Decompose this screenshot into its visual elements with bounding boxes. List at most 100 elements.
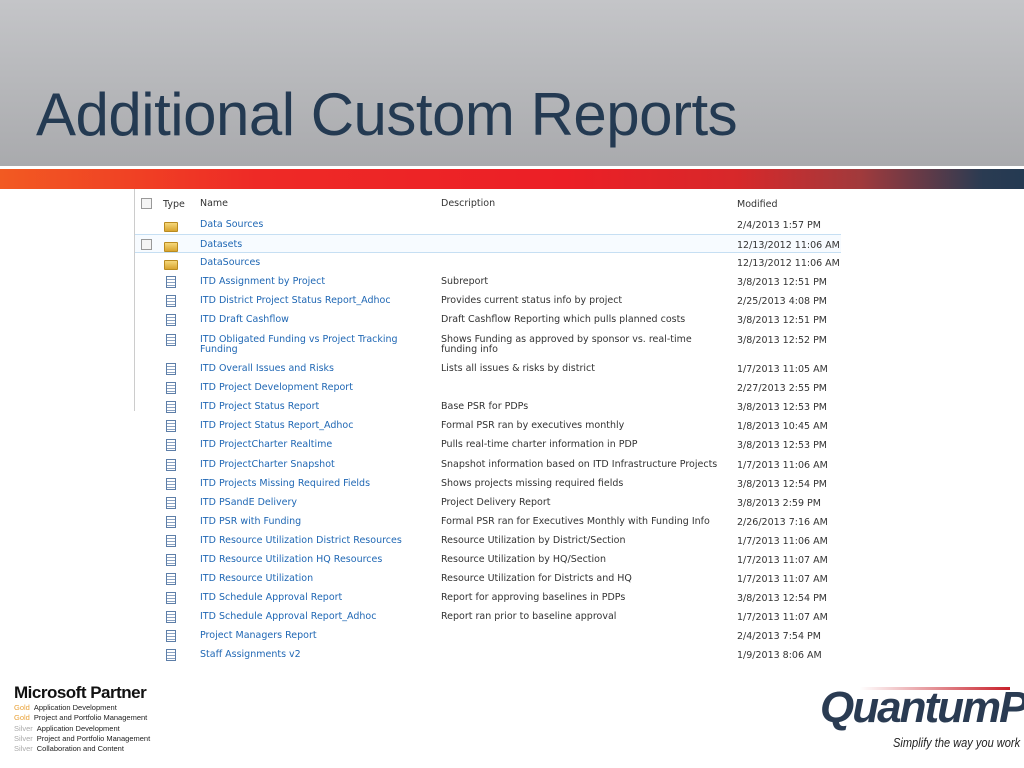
table-row[interactable]: DataSources 12/13/2012 11:06 AM	[135, 253, 841, 272]
item-description: Resource Utilization by HQ/Section	[441, 554, 606, 565]
logo-swoosh	[860, 687, 1010, 690]
table-row[interactable]: Staff Assignments v2 1/9/2013 8:06 AM	[135, 645, 841, 664]
item-description: Draft Cashflow Reporting which pulls pla…	[441, 314, 686, 326]
table-row[interactable]: ITD Obligated Funding vs Project Trackin…	[135, 330, 841, 360]
item-name-link[interactable]: Datasets	[200, 240, 420, 251]
column-name[interactable]: Name	[200, 198, 420, 210]
report-icon	[166, 420, 176, 433]
competency-level: Silver	[14, 744, 33, 754]
table-row[interactable]: ITD Resource Utilization Resource Utiliza…	[135, 569, 841, 588]
item-name-link[interactable]: DataSources	[200, 258, 420, 269]
item-description: Report for approving baselines in PDPs	[441, 592, 626, 604]
item-description: Lists all issues & risks by district	[441, 363, 595, 375]
item-description: Shows projects missing required fields	[441, 477, 624, 489]
item-name-link[interactable]: Staff Assignments v2	[200, 650, 420, 661]
item-name-link[interactable]: ITD Projects Missing Required Fields	[200, 478, 420, 490]
folder-icon	[164, 242, 178, 253]
item-description: Project Delivery Report	[441, 496, 551, 508]
table-row[interactable]: ITD Project Development Report 2/27/2013 …	[135, 378, 841, 397]
item-description: Snapshot information based on ITD Infras…	[441, 458, 718, 470]
item-name-link[interactable]: ITD ProjectCharter Realtime	[200, 440, 420, 451]
item-modified: 12/13/2012 11:06 AM	[737, 258, 840, 270]
select-all-checkbox[interactable]	[141, 198, 152, 209]
item-name-link[interactable]: ITD District Project Status Report_Adhoc	[200, 296, 420, 307]
microsoft-partner-logo: Microsoft Partner Gold Application Develo…	[14, 683, 150, 754]
report-icon	[166, 363, 176, 376]
item-description: Shows Funding as approved by sponsor vs.…	[441, 333, 692, 356]
item-modified: 2/4/2013 1:57 PM	[737, 220, 821, 231]
partner-competency: Silver Project and Portfolio Management	[14, 734, 150, 744]
item-name-link[interactable]: ITD Schedule Approval Report	[200, 593, 420, 604]
item-description: Base PSR for PDPs	[441, 401, 529, 413]
item-name-link[interactable]: ITD ProjectCharter Snapshot	[200, 459, 420, 471]
table-row[interactable]: ITD PSandE Delivery Project Delivery Repo…	[135, 493, 841, 512]
table-header: Type Name Description Modified	[135, 194, 841, 215]
item-name-link[interactable]: ITD PSandE Delivery	[200, 497, 420, 509]
competency-level: Gold	[14, 713, 30, 723]
table-row[interactable]: ITD Draft Cashflow Draft Cashflow Reporti…	[135, 310, 841, 329]
item-name-link[interactable]: ITD Assignment by Project	[200, 277, 420, 288]
item-name-link[interactable]: ITD Overall Issues and Risks	[200, 364, 420, 375]
item-modified: 3/8/2013 2:59 PM	[737, 497, 821, 509]
item-description: Subreport	[441, 276, 489, 288]
column-type[interactable]: Type	[163, 199, 185, 210]
item-modified: 1/7/2013 11:06 AM	[737, 459, 828, 471]
item-name-link[interactable]: ITD Project Status Report_Adhoc	[200, 421, 420, 432]
column-description[interactable]: Description	[441, 198, 726, 210]
item-name-link[interactable]: ITD Obligated Funding vs Project Trackin…	[200, 334, 420, 356]
quantumpm-logo: QuantumPM Simplify the way you work	[820, 683, 1024, 750]
item-modified: 2/26/2013 7:16 AM	[737, 516, 828, 528]
table-row[interactable]: ITD Project Status Report_Adhoc Formal PS…	[135, 416, 841, 435]
item-name-link[interactable]: ITD Resource Utilization	[200, 574, 420, 585]
column-modified[interactable]: Modified	[737, 199, 778, 210]
row-checkbox[interactable]	[141, 239, 152, 251]
report-icon	[166, 611, 176, 624]
report-icon	[166, 515, 176, 528]
slide-title: Additional Custom Reports	[36, 81, 738, 148]
report-icon	[166, 458, 176, 471]
item-modified: 3/8/2013 12:51 PM	[737, 315, 828, 327]
item-name-link[interactable]: Project Managers Report	[200, 631, 420, 642]
item-modified: 3/8/2013 12:53 PM	[737, 402, 828, 414]
table-row[interactable]: ITD PSR with Funding Formal PSR ran for E…	[135, 512, 841, 531]
item-name-link[interactable]: ITD Draft Cashflow	[200, 315, 420, 326]
item-modified: 1/7/2013 11:07 AM	[737, 574, 828, 586]
tagline: Simplify the way you work	[893, 735, 1021, 750]
item-name-link[interactable]: ITD Project Development Report	[200, 383, 420, 394]
table-row[interactable]: Datasets 12/13/2012 11:06 AM	[135, 234, 841, 254]
item-name-link[interactable]: Data Sources	[200, 219, 420, 231]
table-row[interactable]: ITD ProjectCharter Realtime Pulls real-ti…	[135, 435, 841, 454]
table-row[interactable]: ITD Overall Issues and Risks Lists all is…	[135, 359, 841, 378]
item-description: Report ran prior to baseline approval	[441, 611, 617, 623]
table-row[interactable]: ITD District Project Status Report_Adhoc…	[135, 291, 841, 310]
table-row[interactable]: ITD Resource Utilization HQ Resources Res…	[135, 550, 841, 569]
accent-band	[0, 169, 1024, 189]
item-description: Formal PSR ran for Executives Monthly wi…	[441, 515, 710, 527]
item-name-link[interactable]: ITD Schedule Approval Report_Adhoc	[200, 612, 420, 623]
report-icon	[166, 276, 176, 289]
report-icon	[166, 295, 176, 308]
table-row[interactable]: ITD Assignment by Project Subreport 3/8/20…	[135, 272, 841, 291]
table-row[interactable]: ITD Schedule Approval Report_Adhoc Report…	[135, 607, 841, 626]
item-modified: 1/7/2013 11:05 AM	[737, 364, 828, 376]
item-name-link[interactable]: ITD PSR with Funding	[200, 516, 420, 528]
report-icon	[166, 496, 176, 509]
table-row[interactable]: ITD Projects Missing Required Fields Show…	[135, 474, 841, 493]
item-modified: 1/9/2013 8:06 AM	[737, 650, 822, 662]
item-description: Formal PSR ran by executives monthly	[441, 420, 625, 432]
table-row[interactable]: ITD Project Status Report Base PSR for PD…	[135, 397, 841, 416]
item-modified: 1/7/2013 11:07 AM	[737, 555, 828, 566]
item-name-link[interactable]: ITD Resource Utilization District Resour…	[200, 535, 420, 547]
table-row[interactable]: ITD Resource Utilization District Resour…	[135, 531, 841, 550]
table-row[interactable]: Data Sources 2/4/2013 1:57 PM	[135, 215, 841, 234]
item-name-link[interactable]: ITD Project Status Report	[200, 402, 420, 413]
item-name-link[interactable]: ITD Resource Utilization HQ Resources	[200, 554, 420, 566]
table-row[interactable]: Project Managers Report 2/4/2013 7:54 PM	[135, 626, 841, 645]
item-description: Resource Utilization by District/Section	[441, 534, 626, 546]
report-icon	[166, 554, 176, 566]
report-icon	[166, 382, 176, 395]
table-row[interactable]: ITD ProjectCharter Snapshot Snapshot info…	[135, 455, 841, 474]
table-row[interactable]: ITD Schedule Approval Report Report for a…	[135, 588, 841, 607]
competency-level: Silver	[14, 733, 33, 743]
competency-level: Gold	[14, 703, 30, 712]
